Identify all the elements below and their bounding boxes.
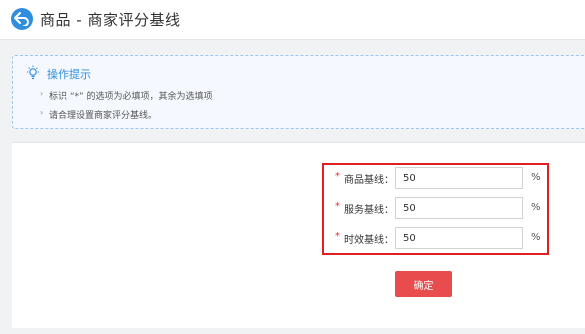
tips-title: 操作提示 [47,68,91,81]
field-label: 时效基线： [344,235,394,246]
page-title: 商品 - 商家评分基线 [40,11,181,29]
back-arrow-icon [14,12,29,26]
tip-item: › 标识 “*” 的选项为必填项，其余为选填项 [40,89,213,102]
bullet-icon: › [40,89,44,98]
unit-label: % [531,202,541,213]
service-baseline-input[interactable] [395,197,523,219]
required-mark: * [335,231,340,242]
unit-label: % [531,232,541,243]
field-label: 商品基线： [344,175,394,186]
bullet-icon: › [40,108,44,117]
confirm-button[interactable]: 确定 [395,271,452,297]
delivery-baseline-input[interactable] [395,227,523,249]
tip-text: 标识 “*” 的选项为必填项，其余为选填项 [49,92,213,102]
lightbulb-icon [27,65,39,80]
field-label: 服务基线： [344,205,394,216]
page-header: 商品 - 商家评分基线 [0,0,585,40]
required-mark: * [335,201,340,212]
goods-baseline-input[interactable] [395,167,523,189]
form-row-delivery-baseline: * 时效基线： % [335,227,545,249]
tip-item: › 请合理设置商家评分基线。 [40,108,158,121]
form-row-goods-baseline: * 商品基线： % [335,167,545,189]
unit-label: % [531,172,541,183]
required-mark: * [335,171,340,182]
tip-text: 请合理设置商家评分基线。 [49,111,158,121]
back-button[interactable] [11,8,33,30]
tips-box: 操作提示 › 标识 “*” 的选项为必填项，其余为选填项 › 请合理设置商家评分… [12,55,585,129]
form-row-service-baseline: * 服务基线： % [335,197,545,219]
